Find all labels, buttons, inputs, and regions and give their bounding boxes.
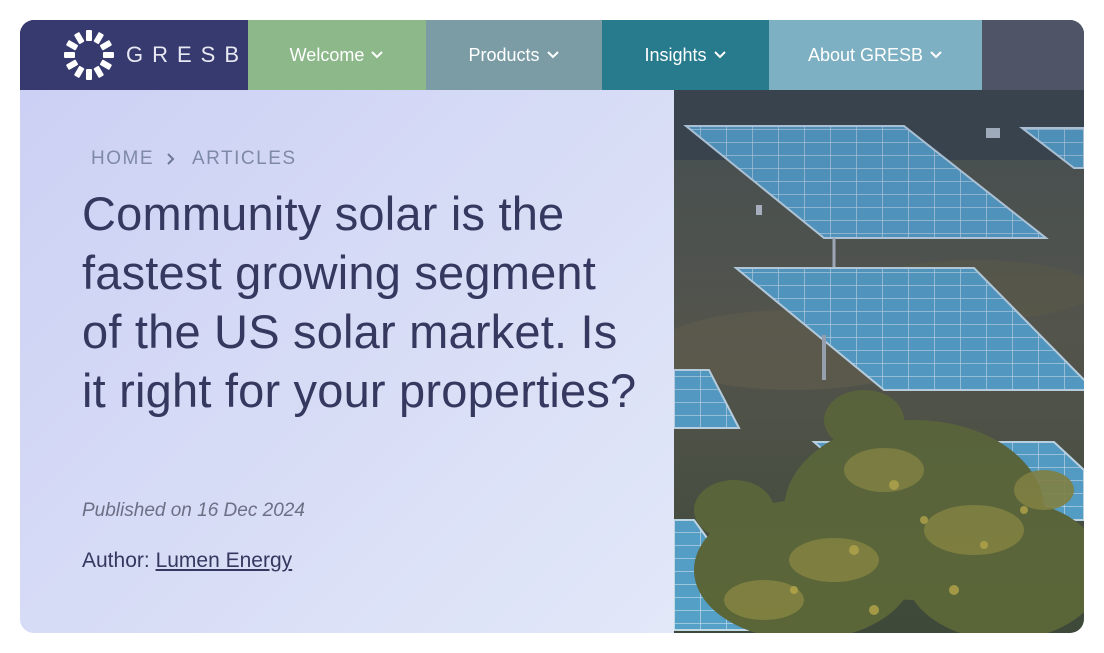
nav-item-label: About GRESB	[807, 44, 924, 65]
nav-item-label: Products	[468, 44, 540, 65]
article-header: HOME ARTICLES Community solar is the fas…	[20, 90, 674, 633]
published-date: Published on 16 Dec 2024	[82, 500, 305, 521]
breadcrumb-articles[interactable]: ARTICLES	[192, 148, 297, 170]
page-frame: GRESB Welcome Products Insights About GR…	[20, 20, 1084, 633]
author-prefix: Author:	[82, 549, 150, 572]
chevron-down-icon	[546, 51, 559, 59]
nav-item-label: Insights	[644, 44, 707, 65]
nav-item-products[interactable]: Products	[426, 20, 602, 90]
author-line: Author: Lumen Energy	[82, 549, 292, 573]
brand-name: GRESB	[125, 42, 248, 67]
nav-item-label: Welcome	[289, 44, 365, 65]
solar-panels-field-image	[674, 90, 1084, 633]
nav-item-about-gresb[interactable]: About GRESB	[769, 20, 982, 90]
chevron-down-icon	[930, 51, 942, 59]
nav-item-welcome[interactable]: Welcome	[248, 20, 426, 90]
author-link[interactable]: Lumen Energy	[156, 549, 293, 572]
gresb-sunburst-icon	[63, 30, 114, 80]
chevron-right-icon	[167, 153, 175, 165]
top-nav: GRESB Welcome Products Insights About GR…	[20, 20, 1084, 90]
logo[interactable]: GRESB	[20, 20, 248, 90]
breadcrumb: HOME ARTICLES	[91, 148, 297, 170]
breadcrumb-home[interactable]: HOME	[91, 148, 154, 170]
nav-spacer	[982, 20, 1084, 90]
page-title: Community solar is the fastest growing s…	[82, 187, 637, 417]
nav-item-insights[interactable]: Insights	[602, 20, 769, 90]
chevron-down-icon	[371, 51, 384, 59]
chevron-down-icon	[713, 51, 726, 59]
